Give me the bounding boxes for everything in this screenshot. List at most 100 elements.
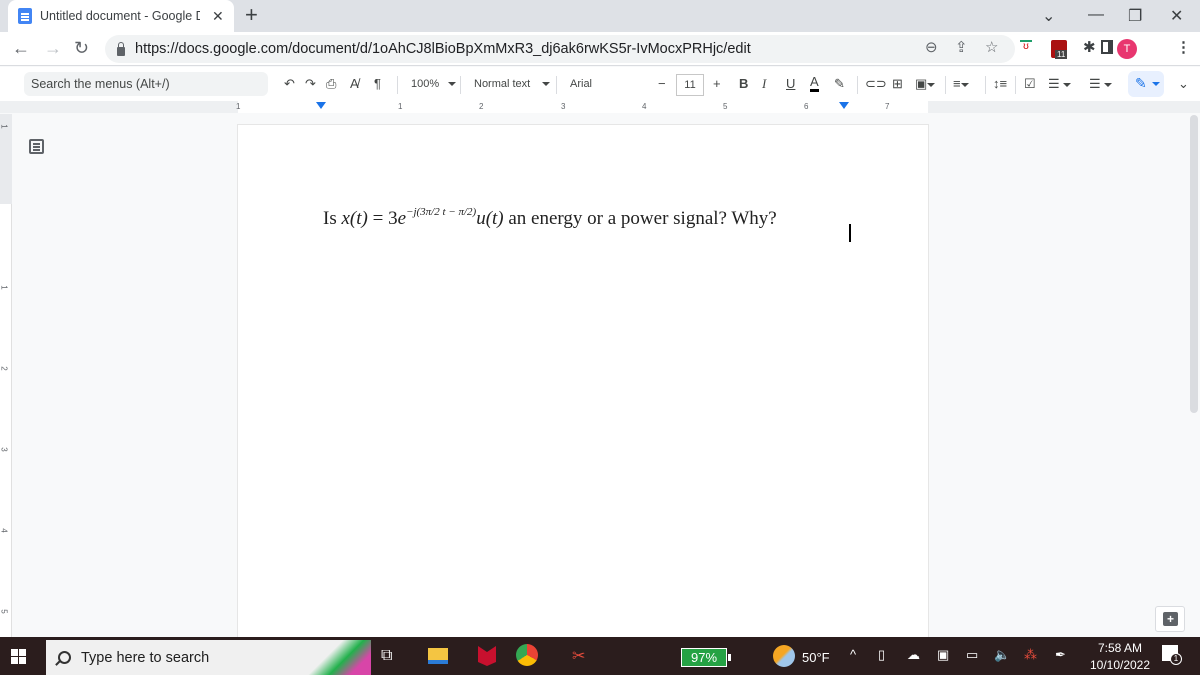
ruler-number: 1 — [236, 102, 241, 111]
italic-button[interactable]: I — [762, 75, 766, 93]
chrome-menu-icon[interactable]: ⋮ — [1176, 38, 1191, 56]
system-clock[interactable]: 7:58 AM 10/10/2022 — [1080, 640, 1160, 674]
zoom-select[interactable]: 100% — [411, 75, 457, 93]
url-bar[interactable]: https://docs.google.com/document/d/1oAhC… — [105, 35, 1015, 63]
vertical-ruler-number: 5 — [0, 609, 9, 614]
weather-icon[interactable] — [773, 645, 795, 667]
vertical-ruler-number: 3 — [0, 447, 9, 452]
style-select[interactable]: Normal text — [474, 75, 551, 93]
link-icon[interactable]: ⊂⊃ — [865, 75, 887, 93]
bulleted-list-icon[interactable]: ☰ — [1048, 75, 1072, 93]
mcafee-extension-icon[interactable]: ʊ — [1020, 40, 1032, 52]
menu-search-input[interactable]: Search the menus (Alt+/) — [24, 72, 268, 96]
volume-icon[interactable]: 🔈 — [994, 647, 1010, 663]
ublock-extension-icon[interactable]: 11 — [1051, 40, 1068, 59]
vertical-ruler-number: 2 — [0, 366, 9, 371]
url-text[interactable]: https://docs.google.com/document/d/1oAhC… — [135, 41, 751, 57]
collapse-toolbar-icon[interactable]: ⌄ — [1178, 75, 1189, 93]
profile-avatar[interactable]: T — [1117, 39, 1137, 59]
weather-temperature[interactable]: 50°F — [802, 650, 830, 665]
notification-center-icon[interactable]: 1 — [1162, 645, 1182, 665]
ruler-number: 6 — [804, 102, 809, 111]
lock-icon[interactable] — [117, 41, 125, 56]
vertical-ruler-number: 1 — [0, 124, 9, 129]
ruler-margin-area — [238, 101, 928, 113]
redo-icon[interactable]: ↷ — [305, 75, 316, 93]
text-cursor — [849, 224, 851, 242]
explore-button[interactable]: + — [1155, 606, 1185, 632]
app-tray-icon[interactable]: ⁂ — [1024, 647, 1037, 663]
close-tab-icon[interactable]: ✕ — [212, 8, 224, 25]
battery-tray-icon[interactable]: ▭ — [966, 647, 978, 663]
search-highlight-graphic — [301, 640, 371, 675]
highlight-icon[interactable]: ✎ — [834, 75, 845, 93]
forward-button[interactable]: → — [44, 38, 62, 59]
increase-font-button[interactable]: + — [713, 75, 721, 93]
divider — [857, 76, 858, 94]
exponential-base: e — [397, 208, 407, 229]
meet-now-icon[interactable]: ▯ — [878, 647, 885, 663]
new-tab-button[interactable]: + — [245, 4, 258, 26]
tab-search-icon[interactable]: ⌄ — [1042, 6, 1055, 26]
chevron-down-icon — [448, 82, 457, 87]
tab-title: Untitled document - Google Doc — [40, 9, 200, 23]
scrollbar[interactable] — [1190, 115, 1198, 413]
chevron-down-icon — [542, 82, 551, 87]
zoom-out-icon[interactable]: ⊖ — [925, 38, 938, 56]
divider — [1015, 76, 1016, 94]
divider — [945, 76, 946, 94]
chrome-taskbar-icon[interactable] — [516, 644, 538, 666]
underline-button[interactable]: U — [786, 75, 795, 93]
browser-tab[interactable]: Untitled document - Google Doc ✕ — [8, 0, 234, 32]
back-button[interactable]: ← — [12, 38, 30, 59]
decrease-font-button[interactable]: − — [658, 75, 666, 93]
document-outline-icon[interactable] — [29, 139, 44, 154]
bookmark-star-icon[interactable]: ☆ — [985, 38, 998, 56]
line-spacing-icon[interactable]: ↕≡ — [993, 75, 1007, 93]
right-indent-handle[interactable] — [839, 102, 849, 109]
undo-icon[interactable]: ↶ — [284, 75, 295, 93]
taskbar-search-input[interactable]: Type here to search — [46, 640, 371, 675]
reload-button[interactable]: ↻ — [74, 38, 89, 59]
text-color-button[interactable]: A — [810, 75, 819, 92]
docs-toolbar: Search the menus (Alt+/) ↶ ↷ ⎙ A̸ ¶ 100%… — [0, 67, 1200, 153]
chevron-down-icon — [927, 82, 936, 87]
left-indent-handle[interactable] — [316, 102, 326, 109]
chevron-down-icon — [960, 82, 969, 87]
minimize-button[interactable]: — — [1088, 6, 1104, 24]
paint-format-icon[interactable]: ¶ — [374, 75, 381, 93]
task-view-icon[interactable]: ⧉ — [381, 647, 392, 665]
onedrive-icon[interactable]: ☁ — [907, 647, 920, 663]
pen-icon[interactable]: ✒ — [1055, 647, 1066, 663]
extensions-puzzle-icon[interactable]: ✱ — [1083, 38, 1096, 56]
network-icon[interactable]: ▣ — [937, 647, 949, 663]
numbered-list-icon[interactable]: ☰ — [1089, 75, 1113, 93]
restore-button[interactable]: ❐ — [1128, 6, 1142, 26]
font-size-input[interactable]: 11 — [676, 74, 704, 96]
ruler-number: 5 — [723, 102, 728, 111]
image-icon[interactable]: ▣ — [915, 75, 936, 93]
align-icon[interactable]: ≡ — [953, 75, 969, 93]
file-explorer-icon[interactable] — [428, 648, 448, 664]
share-icon[interactable]: ⇪ — [955, 38, 968, 56]
exponent: −j(3π/2 t − π/2) — [406, 206, 477, 218]
close-window-button[interactable]: ✕ — [1170, 6, 1183, 26]
chevron-down-icon — [1104, 82, 1113, 87]
divider — [985, 76, 986, 94]
side-panel-icon[interactable] — [1101, 40, 1113, 54]
battery-indicator[interactable]: 97% — [681, 648, 731, 667]
print-icon[interactable]: ⎙ — [326, 75, 336, 93]
spellcheck-icon[interactable]: A̸ — [350, 75, 359, 93]
snipping-tool-icon[interactable]: ✂ — [572, 646, 585, 666]
document-page[interactable] — [238, 125, 928, 637]
editing-mode-button[interactable]: ✎ — [1128, 71, 1164, 97]
show-hidden-icons[interactable]: ^ — [850, 647, 856, 662]
font-select[interactable]: Arial — [570, 75, 592, 93]
bold-button[interactable]: B — [739, 75, 748, 93]
checklist-icon[interactable]: ☑ — [1024, 75, 1036, 93]
windows-start-icon[interactable] — [11, 649, 27, 665]
ruler-number: 2 — [479, 102, 484, 111]
clock-date: 10/10/2022 — [1089, 658, 1151, 672]
comment-icon[interactable]: ⊞ — [892, 75, 903, 93]
unit-step: u(t) — [476, 208, 504, 229]
